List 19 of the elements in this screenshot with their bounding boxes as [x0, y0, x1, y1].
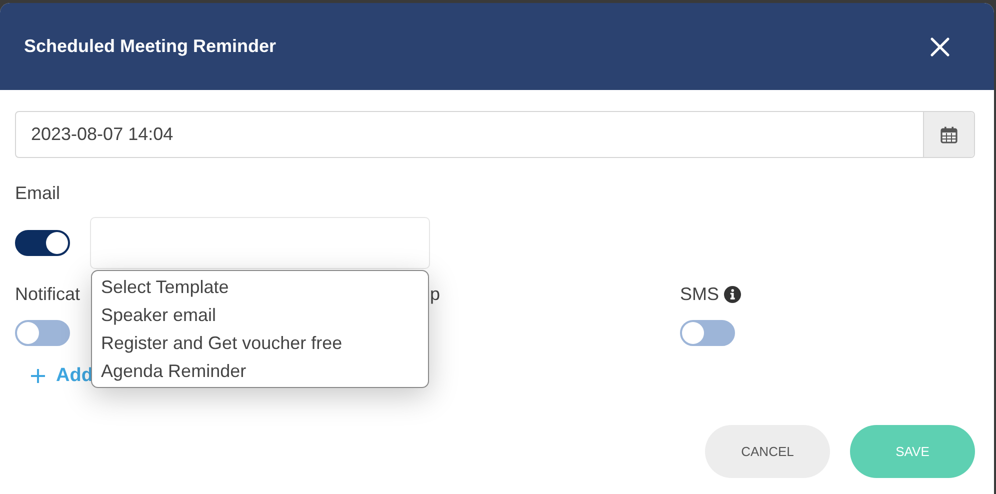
toggle-switch[interactable] — [680, 320, 735, 346]
cancel-button[interactable]: CANCEL — [705, 425, 830, 478]
field-label: p — [430, 284, 440, 304]
dropdown-option[interactable]: Speaker email — [92, 301, 428, 329]
info-icon[interactable] — [724, 286, 742, 302]
dropdown-option[interactable]: Register and Get voucher free — [92, 329, 428, 357]
field-label: Notificat — [15, 284, 80, 304]
dropdown-option[interactable]: Select Template — [92, 273, 428, 301]
plus-icon — [30, 368, 46, 384]
field-label: SMS — [680, 284, 720, 304]
close-icon[interactable] — [930, 36, 950, 56]
dropdown-option[interactable]: Agenda Reminder — [92, 357, 428, 385]
calendar-button[interactable] — [923, 112, 974, 157]
calendar-icon — [940, 126, 958, 144]
field-label: Email — [15, 183, 60, 204]
dialog-title: Scheduled Meeting Reminder — [24, 36, 276, 57]
toggle-switch[interactable] — [15, 320, 70, 346]
date-time-field[interactable]: 2023-08-07 14:04 — [15, 111, 975, 158]
toggle-switch[interactable] — [15, 230, 70, 256]
